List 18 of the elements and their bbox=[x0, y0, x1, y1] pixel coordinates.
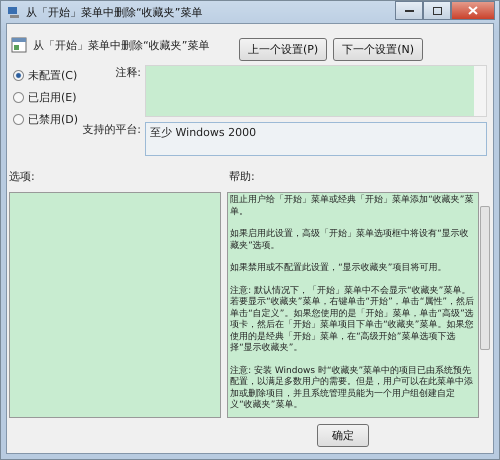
ok-button[interactable]: 确定 bbox=[317, 424, 369, 447]
platform-value: 至少 Windows 2000 bbox=[150, 126, 256, 139]
help-paragraph: 如果启用此设置，高级「开始」菜单选项框中将设有“显示收藏夹”选项。 bbox=[230, 229, 470, 252]
comment-label: 注释: bbox=[114, 65, 141, 81]
radio-label[interactable]: 未配置(C) bbox=[28, 68, 78, 83]
help-paragraph: 注意: 默认情况下，「开始」菜单中不会显示“收藏夹”菜单。若要显示“收藏夹”菜单，右键单击“开始”，单击“属性”，然后单击“自定义”。如果您使用的是「开始」菜单，单击“高级”选项卡，然后在「开始」菜单项目下单击“收藏夹”菜单。如果您使用的是经典「开始」菜单，在“高级开始”菜单选项下选择“显示收藏夹”。 bbox=[230, 286, 476, 354]
help-paragraph: 注意: 安装 Windows 时“收藏夹”菜单中的项目已由系统预先配置，以满足多数用户的需要。但是，用户可以在此菜单中添加或删除项目，并且系统管理员能为一个用户组创建自定义“收藏夹”菜单。 bbox=[230, 366, 474, 412]
window-title: 从「开始」菜单中删除“收藏夹”菜单 bbox=[26, 4, 204, 20]
radio-label[interactable]: 已启用(E) bbox=[28, 90, 77, 105]
help-paragraph: 阻止用户给「开始」菜单或经典「开始」菜单添加“收藏夹”菜单。 bbox=[230, 195, 474, 218]
help-label: 帮助: bbox=[229, 169, 255, 185]
setting-title: 从「开始」菜单中删除“收藏夹”菜单 bbox=[33, 38, 210, 52]
nav-button[interactable]: 上一个设置(P) bbox=[238, 38, 328, 60]
options-label: 选项: bbox=[9, 169, 36, 185]
platform-label: 支持的平台: bbox=[81, 122, 141, 138]
help-paragraph: 如果禁用或不配置此设置，“显示收藏夹”项目将可用。 bbox=[230, 263, 448, 274]
radio-label[interactable]: 已禁用(D) bbox=[28, 112, 78, 127]
nav-button[interactable]: 下一个设置(N) bbox=[333, 38, 423, 60]
